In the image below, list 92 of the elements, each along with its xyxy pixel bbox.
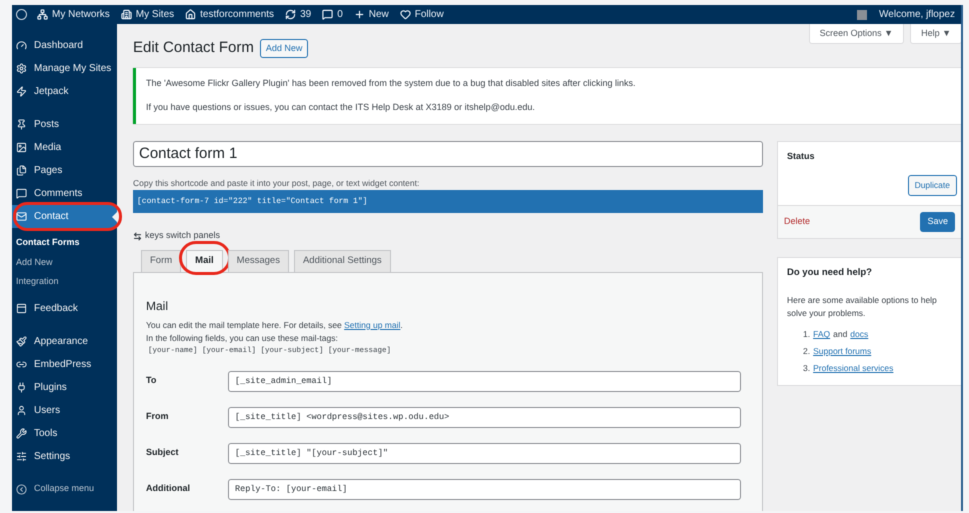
help-button[interactable]: Help ▼ [910, 24, 961, 44]
joiner-text: and [833, 328, 848, 341]
notice-text: The 'Awesome Flickr Gallery Plugin' has been removed from the system due to a bug that disabled sites after clicking links. [146, 77, 636, 90]
sidebar-item[interactable]: EmbedPress [12, 352, 117, 376]
duplicate-button[interactable]: Duplicate [908, 175, 957, 196]
sidebar-item[interactable]: Feedback [12, 296, 117, 320]
help-link[interactable]: FAQ [813, 328, 830, 341]
intro-text: You can edit the mail template here. For details, see Setting up mail. [146, 318, 404, 332]
submenu-item[interactable]: Contact Forms [12, 233, 117, 252]
tags-intro: In the following fields, you can use these mail-tags: [146, 332, 339, 344]
current-arrow-icon [112, 212, 117, 222]
save-button[interactable]: Save [920, 212, 955, 232]
shortcode-field[interactable]: [contact-form-7 id="222" title="Contact form 1"] [133, 190, 763, 214]
image-icon [16, 142, 27, 153]
keys-hint: keys switch panels [145, 229, 220, 242]
mail-field[interactable]: [_site_title] <wordpress@sites.wp.odu.edu> [228, 406, 741, 428]
sidebar-item[interactable]: Plugins [12, 376, 117, 398]
sidebar-item[interactable]: Media [12, 136, 117, 159]
sidebar-item[interactable]: Settings [12, 444, 117, 468]
box-title: Status [786, 150, 816, 162]
collapse-menu-button[interactable]: Collapse menu [12, 478, 117, 500]
sidebar-item[interactable]: Contact [12, 205, 117, 228]
tab[interactable]: Mail [186, 250, 223, 272]
setting-up-mail-link[interactable]: Setting up mail [344, 320, 400, 330]
sidebar-item[interactable]: Tools [12, 422, 117, 444]
admin-bar-link[interactable]: New [354, 7, 389, 22]
field-label: Additional [146, 482, 191, 496]
help-link[interactable]: docs [850, 328, 868, 341]
list-number: 1. [803, 328, 810, 341]
admin-bar-link[interactable]: My Sites [120, 7, 174, 22]
field-label: From [146, 410, 170, 424]
notice-text: If you have questions or issues, you can contact the ITS Help Desk at X3189 or itshelp@odu.edu. [146, 100, 536, 114]
sidebar-item[interactable]: Appearance [12, 330, 117, 352]
mail-field[interactable]: [_site_admin_email] [228, 370, 741, 392]
plus-icon [354, 9, 365, 20]
sidebar-item[interactable]: Dashboard [12, 34, 117, 57]
gear-icon [16, 63, 27, 74]
welcome-text[interactable]: Welcome, jflopez [879, 7, 955, 22]
field-label: To [146, 374, 158, 388]
panel-heading: Mail [146, 298, 170, 315]
comment-icon [16, 188, 27, 199]
network-icon [37, 9, 48, 20]
submenu-item[interactable]: Integration [12, 272, 117, 292]
page-title: Edit Contact Form [133, 38, 254, 58]
help-link[interactable]: Professional services [813, 362, 894, 374]
mail-field[interactable]: Reply-To: [your-email] [228, 478, 741, 500]
arrow-keys-icon [133, 232, 142, 240]
admin-bar-link[interactable]: testforcomments [185, 7, 274, 22]
sliders-icon [16, 450, 27, 462]
envelope-icon [16, 211, 27, 222]
comment-icon [322, 9, 334, 20]
tab[interactable]: Messages [228, 250, 289, 272]
sidebar-item[interactable]: Comments [12, 182, 117, 205]
sidebar-item[interactable]: Pages [12, 159, 117, 182]
shortcode-label: Copy this shortcode and paste it into your post, page, or text widget content: [133, 176, 420, 190]
sidebar-item[interactable]: Users [12, 398, 117, 422]
collapse-icon [16, 484, 27, 494]
heart-icon [400, 9, 411, 20]
wrench-icon [16, 428, 27, 438]
sidebar-item[interactable]: Posts [12, 113, 117, 136]
tab[interactable]: Additional Settings [294, 250, 391, 272]
refresh-icon [285, 9, 296, 20]
help-text: Here are some available options to help solve your problems. [787, 294, 938, 320]
title-field[interactable]: Contact form 1 [133, 140, 763, 166]
avatar-icon [857, 10, 868, 20]
panel-icon [16, 302, 27, 314]
buildings-icon [120, 9, 132, 20]
help-link[interactable]: Support forums [813, 345, 872, 358]
pin-icon [16, 119, 27, 130]
submenu-item[interactable]: Add New [12, 252, 117, 272]
admin-bar-link[interactable]: My Networks [37, 7, 110, 22]
admin-bar-link[interactable]: 0 [322, 7, 343, 22]
paintbrush-icon [16, 336, 27, 346]
list-number: 2. [803, 345, 810, 358]
delete-link[interactable]: Delete [784, 215, 810, 229]
plug-icon [16, 382, 27, 392]
bolt-icon [16, 86, 27, 97]
user-icon [16, 404, 27, 416]
mail-field[interactable]: [_site_title] "[your-subject]" [228, 442, 741, 464]
admin-bar-link[interactable]: 39 [285, 7, 312, 22]
field-label: Subject [146, 446, 180, 460]
sidebar-item[interactable]: Manage My Sites [12, 57, 117, 80]
add-new-button[interactable]: Add New [260, 38, 308, 58]
pages-icon [16, 165, 27, 176]
home-icon [185, 9, 196, 20]
sidebar-item[interactable]: Jetpack [12, 80, 117, 103]
admin-bar-link[interactable]: Follow [400, 7, 444, 22]
box-title: Do you need help? [787, 266, 873, 280]
gauge-icon [16, 40, 27, 51]
screen-options-button[interactable]: Screen Options ▼ [808, 24, 904, 44]
tab[interactable]: Form [141, 250, 182, 272]
list-number: 3. [803, 362, 810, 374]
